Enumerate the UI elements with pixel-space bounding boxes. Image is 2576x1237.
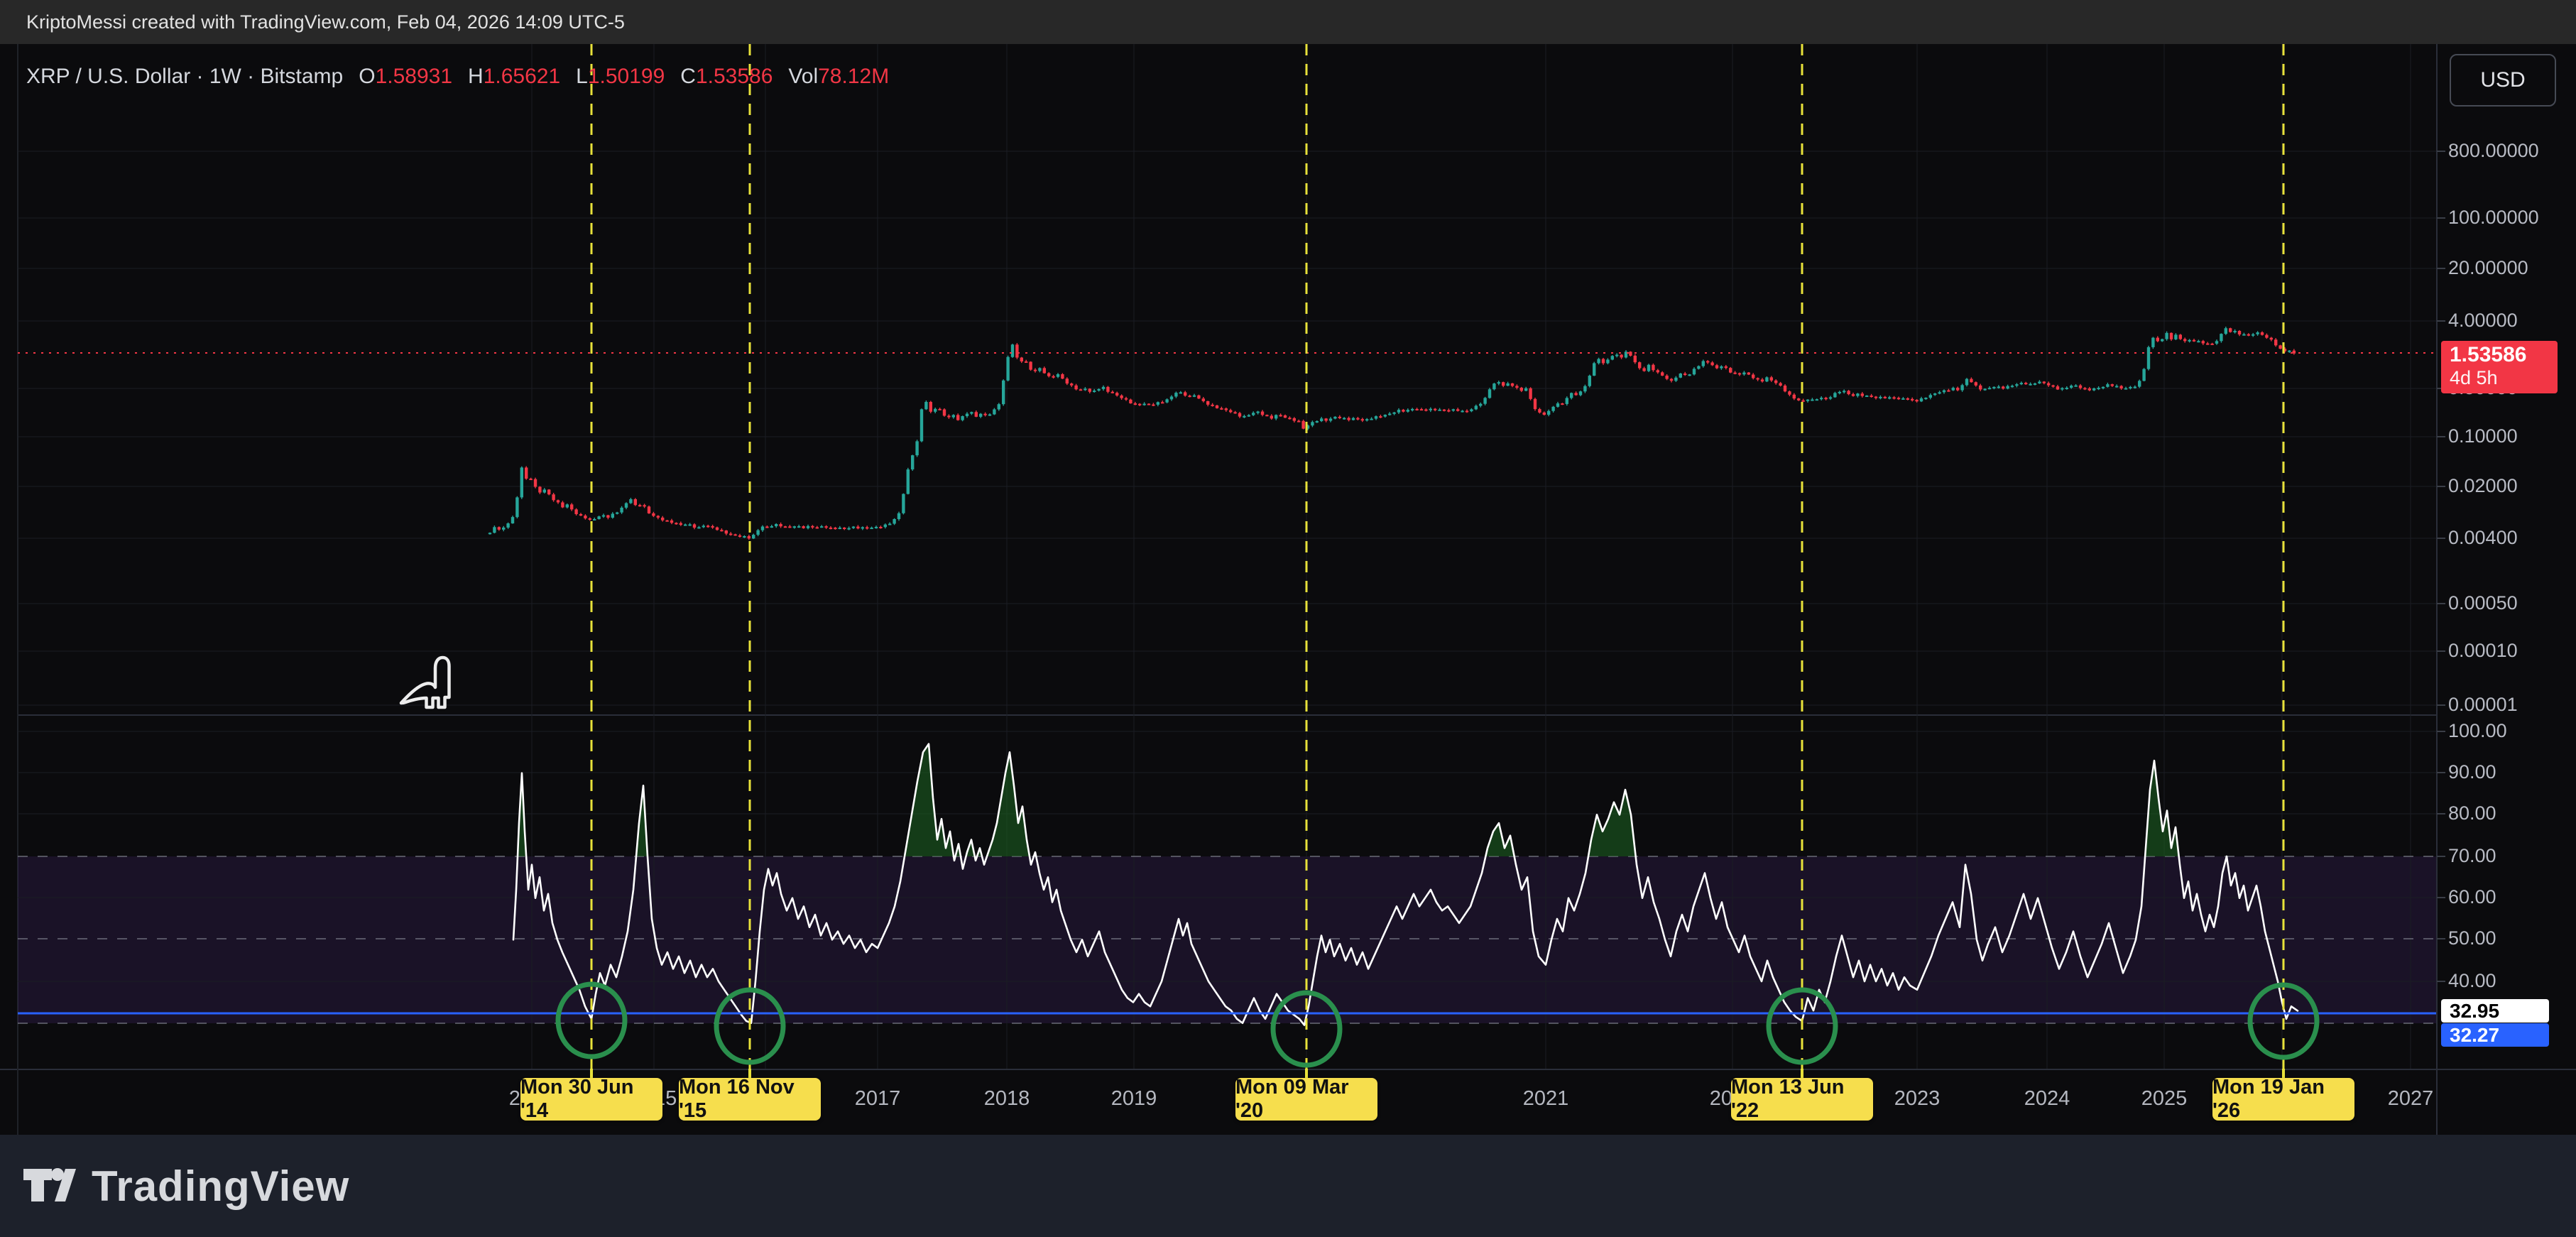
ohlc-high: H1.65621: [468, 65, 560, 89]
volume-value: Vol78.12M: [788, 65, 889, 89]
price-axis-label: 0.02000: [2448, 475, 2518, 497]
axis-tick: [2437, 704, 2445, 706]
date-marker-label[interactable]: Mon 13 Jun '22: [1731, 1078, 1873, 1121]
axis-tick: [2437, 897, 2445, 898]
date-marker-label[interactable]: Mon 19 Jan '26: [2212, 1078, 2354, 1121]
bar-countdown: 4d 5h: [2450, 366, 2558, 389]
axis-tick: [2437, 151, 2445, 152]
chart-plot[interactable]: [18, 44, 2436, 1135]
tradingview-logo-icon[interactable]: [22, 1160, 76, 1211]
year-label-2017: 2017: [835, 1087, 920, 1111]
price-axis-label: 0.10000: [2448, 425, 2518, 447]
rsi-overbought-fill: [987, 752, 1030, 856]
axis-tick: [2437, 650, 2445, 652]
axis-tick: [2437, 772, 2445, 773]
brand-name[interactable]: TradingView: [92, 1162, 349, 1211]
axis-tick: [2437, 938, 2445, 939]
dino-doodle-icon[interactable]: [398, 655, 454, 719]
year-label-2023: 2023: [1874, 1087, 1960, 1111]
symbol-legend[interactable]: XRP / U.S. Dollar · 1W · Bitstamp O1.589…: [26, 62, 905, 91]
date-marker-label[interactable]: Mon 30 Jun '14: [520, 1078, 662, 1121]
year-label-2024: 2024: [2004, 1087, 2090, 1111]
axis-tick: [2437, 981, 2445, 982]
brand-bar: TradingView: [0, 1135, 2576, 1237]
rsi-axis-label: 100.00: [2448, 720, 2507, 742]
axis-tick: [2437, 856, 2445, 857]
rsi-overbought-fill: [2145, 761, 2179, 856]
year-label-2027: 2027: [2368, 1087, 2436, 1111]
date-marker-label[interactable]: Mon 16 Nov '15: [679, 1078, 821, 1121]
price-axis-label: 800.00000: [2448, 140, 2539, 162]
time-scale[interactable]: 2014201520162017201820192020202120222023…: [18, 1069, 2436, 1135]
ohlc-close: C1.53586: [680, 65, 773, 89]
rsi-axis-label: 40.00: [2448, 970, 2496, 992]
price-axis-label: 0.00050: [2448, 592, 2518, 614]
rsi-axis-label: 90.00: [2448, 761, 2496, 783]
price-axis-label: 0.00001: [2448, 694, 2518, 716]
year-label-2018: 2018: [964, 1087, 1049, 1111]
axis-tick: [2437, 538, 2445, 539]
rsi-axis-label: 80.00: [2448, 802, 2496, 824]
price-axis-label: 4.00000: [2448, 310, 2518, 332]
axis-tick: [2437, 731, 2445, 732]
horizontal-line-badge: 32.27: [2441, 1023, 2549, 1047]
year-label-2025: 2025: [2122, 1087, 2207, 1111]
axis-tick: [2437, 320, 2445, 322]
ohlc-low: L1.50199: [576, 65, 665, 89]
axis-tick: [2437, 217, 2445, 219]
axis-tick: [2437, 603, 2445, 604]
tradingview-snapshot: KriptoMessi created with TradingView.com…: [0, 0, 2576, 1237]
year-label-2021: 2021: [1503, 1087, 1588, 1111]
candles: [489, 327, 2296, 540]
axis-tick: [2437, 813, 2445, 814]
date-marker-label[interactable]: Mon 09 Mar '20: [1235, 1078, 1377, 1121]
price-axis-label: 20.00000: [2448, 257, 2528, 279]
year-label-2019: 2019: [1091, 1087, 1177, 1111]
rsi-value-badge: 32.95: [2441, 999, 2549, 1023]
symbol-title[interactable]: XRP / U.S. Dollar · 1W · Bitstamp: [26, 65, 343, 89]
ohlc-open: O1.58931: [359, 65, 452, 89]
attribution-text: KriptoMessi created with TradingView.com…: [26, 11, 625, 33]
attribution-bar: KriptoMessi created with TradingView.com…: [0, 0, 2576, 44]
rsi-band: [18, 856, 2436, 1023]
price-axis-label: 100.00000: [2448, 207, 2539, 229]
rsi-axis-label: 70.00: [2448, 845, 2496, 867]
current-price-badge: 1.53586 4d 5h: [2441, 341, 2558, 393]
axis-tick: [2437, 268, 2445, 269]
rsi-axis-label: 60.00: [2448, 886, 2496, 908]
rsi-axis-label: 50.00: [2448, 927, 2496, 949]
axis-tick: [2437, 486, 2445, 487]
price-axis-label: 0.00010: [2448, 640, 2518, 662]
price-axis-label: 0.00400: [2448, 527, 2518, 549]
axis-tick: [2437, 436, 2445, 437]
currency-toggle-button[interactable]: USD: [2450, 54, 2556, 107]
price-scale[interactable]: USD 1.53586 4d 5h 32.95 32.27 800.00000 1…: [2437, 44, 2576, 1069]
